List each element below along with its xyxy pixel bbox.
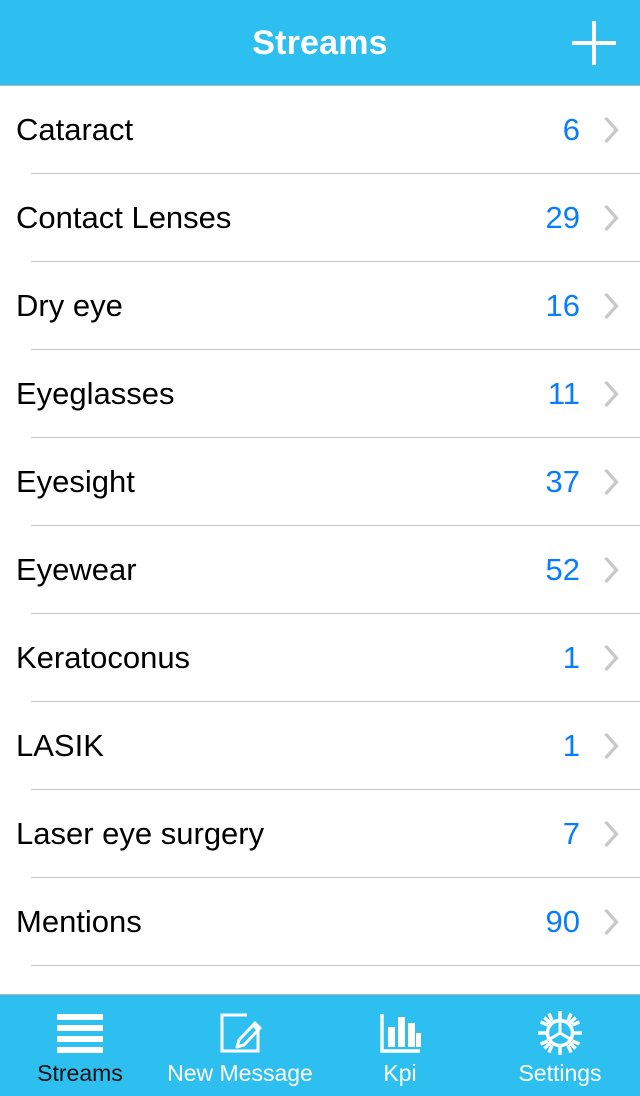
stream-name: Eyeglasses: [16, 376, 175, 411]
stream-name: Cataract: [16, 112, 134, 147]
tab-label: Streams: [37, 1060, 123, 1086]
gear-icon: [537, 1010, 583, 1056]
chevron-right-icon: [602, 905, 622, 939]
stream-name: Eyewear: [16, 552, 137, 587]
stream-name: Keratoconus: [16, 640, 191, 675]
navigation-bar: Streams: [0, 0, 640, 86]
chevron-right-icon: [602, 113, 622, 147]
list-item[interactable]: Cataract 6: [0, 86, 640, 174]
page-title: Streams: [252, 24, 388, 62]
list-item[interactable]: Dry eye 16: [0, 262, 640, 350]
stream-count: 16: [545, 287, 580, 323]
streams-list[interactable]: Cataract 6 Contact Lenses 29 Dry eye 16 …: [0, 86, 640, 994]
list-item[interactable]: Eyeglasses 11: [0, 350, 640, 438]
list-item[interactable]: LASIK 1: [0, 702, 640, 790]
list-lines-icon: [55, 1010, 105, 1056]
chevron-right-icon: [602, 729, 622, 763]
list-item[interactable]: Laser eye surgery 7: [0, 790, 640, 878]
chevron-right-icon: [602, 641, 622, 675]
chevron-right-icon: [602, 289, 622, 323]
add-stream-button[interactable]: [570, 19, 618, 67]
tab-label: New Message: [167, 1060, 313, 1086]
stream-count: 29: [545, 199, 580, 235]
list-item[interactable]: Mentions 90: [0, 878, 640, 966]
stream-name: Laser eye surgery: [16, 816, 265, 851]
stream-count: 11: [547, 375, 580, 411]
stream-count: 90: [545, 903, 580, 939]
stream-count: 6: [562, 111, 580, 147]
list-item[interactable]: Contact Lenses 29: [0, 174, 640, 262]
stream-count: 52: [545, 551, 580, 587]
chevron-right-icon: [602, 817, 622, 851]
tab-label: Settings: [518, 1060, 602, 1086]
stream-name: Mentions: [16, 904, 142, 939]
tab-streams[interactable]: Streams: [0, 995, 160, 1096]
tab-bar: Streams New Message Kpi Settings: [0, 994, 640, 1096]
stream-name: Eyesight: [16, 464, 135, 499]
chevron-right-icon: [602, 465, 622, 499]
tab-new-message[interactable]: New Message: [160, 995, 320, 1096]
chevron-right-icon: [602, 201, 622, 235]
stream-count: 7: [562, 815, 580, 851]
stream-count: 37: [545, 463, 580, 499]
stream-name: Dry eye: [16, 288, 123, 323]
tab-label: Kpi: [383, 1060, 417, 1086]
tab-kpi[interactable]: Kpi: [320, 995, 480, 1096]
tab-settings[interactable]: Settings: [480, 995, 640, 1096]
stream-name: LASIK: [16, 728, 104, 763]
list-item[interactable]: Eyesight 37: [0, 438, 640, 526]
list-item[interactable]: Eyewear 52: [0, 526, 640, 614]
chevron-right-icon: [602, 377, 622, 411]
plus-icon: [572, 20, 616, 65]
app-screen: Streams Cataract 6 Contact Lenses 29 Dry…: [0, 0, 640, 1096]
list-item[interactable]: Keratoconus 1: [0, 614, 640, 702]
bar-chart-icon: [378, 1010, 422, 1056]
stream-count: 1: [562, 639, 580, 675]
compose-icon: [217, 1010, 263, 1056]
stream-name: Contact Lenses: [16, 200, 232, 235]
stream-count: 1: [562, 727, 580, 763]
chevron-right-icon: [602, 553, 622, 587]
